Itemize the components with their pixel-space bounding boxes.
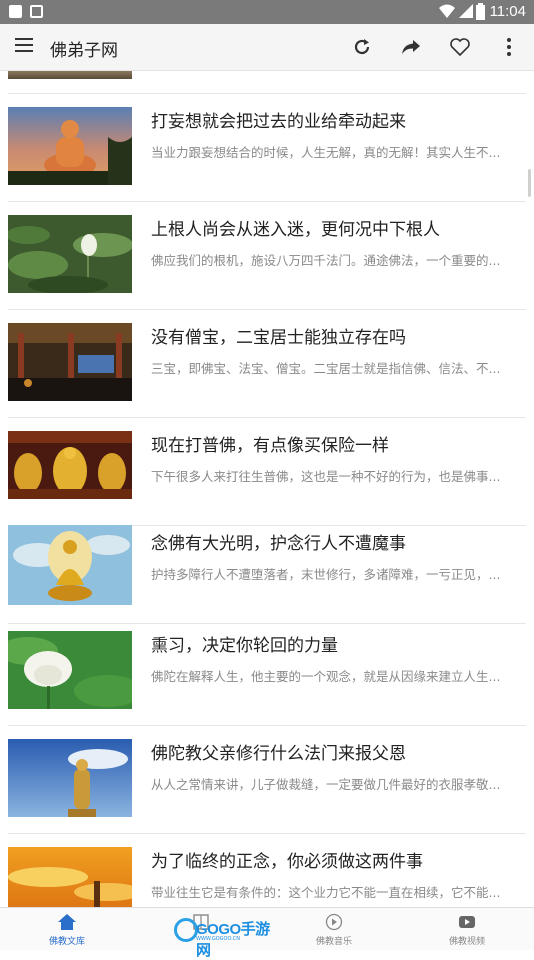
article-summary: 当业力跟妄想结合的时候，人生无解，真的无解！其实人生不... — [151, 145, 501, 160]
music-icon — [325, 913, 343, 931]
app-bar: 佛弟子网 — [0, 24, 534, 71]
article-thumbnail — [8, 739, 132, 817]
heart-icon[interactable] — [448, 35, 472, 59]
article-list[interactable]: 打妄想就会把过去的业给牵动起来 当业力跟妄想结合的时候，人生无解，真的无解！其实… — [0, 71, 534, 907]
article-title: 没有僧宝，二宝居士能独立存在吗 — [151, 328, 406, 348]
signal-icon — [459, 4, 473, 18]
share-icon[interactable] — [399, 35, 423, 59]
notification-icon — [30, 5, 43, 18]
list-item[interactable]: 上根人尚会从迷入迷，更何况中下根人 佛应我们的根机，施设八万四千法门。通途佛法，… — [0, 202, 534, 310]
article-title: 熏习，决定你轮回的力量 — [151, 636, 338, 656]
article-thumbnail — [8, 847, 132, 907]
article-summary: 三宝，即佛宝、法宝、僧宝。二宝居士就是指信佛、信法、不... — [151, 361, 501, 376]
article-title: 现在打普佛，有点像买保险一样 — [151, 436, 389, 456]
status-bar: 11:04 — [0, 0, 534, 24]
article-summary: 带业往生它是有条件的：这个业力它不能一直在相续，它不能... — [151, 885, 501, 900]
tab-library[interactable]: 佛教文库 — [0, 908, 134, 951]
list-item[interactable]: 现在打普佛，有点像买保险一样 下午很多人来打往生普佛，这也是一种不好的行为，也是… — [0, 418, 534, 526]
list-item[interactable]: 念佛有大光明，护念行人不遭魔事 护持多障行人不遭堕落者，末世修行，多诸障难，一亏… — [0, 516, 534, 624]
article-thumbnail — [8, 323, 132, 401]
list-item[interactable]: 打妄想就会把过去的业给牵动起来 当业力跟妄想结合的时候，人生无解，真的无解！其实… — [0, 94, 534, 202]
list-item[interactable]: 没有僧宝，二宝居士能独立存在吗 三宝，即佛宝、法宝、僧宝。二宝居士就是指信佛、信… — [0, 310, 534, 418]
scrollbar[interactable] — [528, 169, 531, 197]
article-summary: 从人之常情来讲，儿子做裁缝，一定要做几件最好的衣服孝敬... — [151, 777, 501, 792]
watermark-subtext: WWW.GOGOO.CN — [196, 936, 241, 942]
app-title: 佛弟子网 — [50, 41, 118, 61]
article-title: 上根人尚会从迷入迷，更何况中下根人 — [151, 220, 440, 240]
article-summary: 佛陀在解释人生，他主要的一个观念，就是从因缘来建立人生... — [151, 669, 501, 684]
tab-label: 佛教视频 — [448, 937, 485, 947]
article-thumbnail — [8, 431, 132, 499]
more-vert-icon[interactable] — [497, 35, 521, 59]
article-summary: 下午很多人来打往生普佛，这也是一种不好的行为，也是佛事... — [151, 469, 501, 484]
tab-label: 佛教文库 — [48, 937, 85, 947]
list-item[interactable]: 为了临终的正念，你必须做这两件事 带业往生它是有条件的：这个业力它不能一直在相续… — [0, 834, 534, 907]
bottom-tab-bar: 佛教文库 佛教音乐 佛教视频 GOGO手游网 WWW.GOGOO.CN — [0, 907, 534, 959]
refresh-icon[interactable] — [350, 35, 374, 59]
article-title: 打妄想就会把过去的业给牵动起来 — [151, 112, 406, 132]
watermark-logo: GOGO手游网 WWW.GOGOO.CN — [174, 916, 280, 959]
article-thumbnail — [8, 71, 132, 79]
list-item[interactable]: 佛陀教父亲修行什么法门来报父恩 从人之常情来讲，儿子做裁缝，一定要做几件最好的衣… — [0, 726, 534, 834]
home-icon — [58, 914, 76, 930]
menu-icon[interactable] — [15, 38, 33, 52]
article-thumbnail — [8, 631, 132, 709]
tab-music[interactable]: 佛教音乐 — [267, 908, 401, 951]
article-thumbnail — [8, 215, 132, 293]
notification-icon — [9, 5, 22, 18]
list-item[interactable]: 熏习，决定你轮回的力量 佛陀在解释人生，他主要的一个观念，就是从因缘来建立人生.… — [0, 618, 534, 726]
article-thumbnail — [8, 525, 132, 605]
article-title: 念佛有大光明，护念行人不遭魔事 — [151, 534, 406, 554]
tab-video[interactable]: 佛教视频 — [400, 908, 534, 951]
battery-icon — [476, 3, 485, 20]
tab-label: 佛教音乐 — [315, 937, 352, 947]
video-icon — [459, 916, 475, 928]
status-time: 11:04 — [489, 3, 526, 20]
article-title: 为了临终的正念，你必须做这两件事 — [151, 852, 423, 872]
article-summary: 护持多障行人不遭堕落者，末世修行，多诸障难，一亏正见，... — [151, 567, 501, 582]
wifi-icon — [439, 4, 455, 18]
article-summary: 佛应我们的根机，施设八万四千法门。通途佛法，一个重要的... — [151, 253, 501, 268]
article-thumbnail — [8, 107, 132, 185]
article-title: 佛陀教父亲修行什么法门来报父恩 — [151, 744, 406, 764]
